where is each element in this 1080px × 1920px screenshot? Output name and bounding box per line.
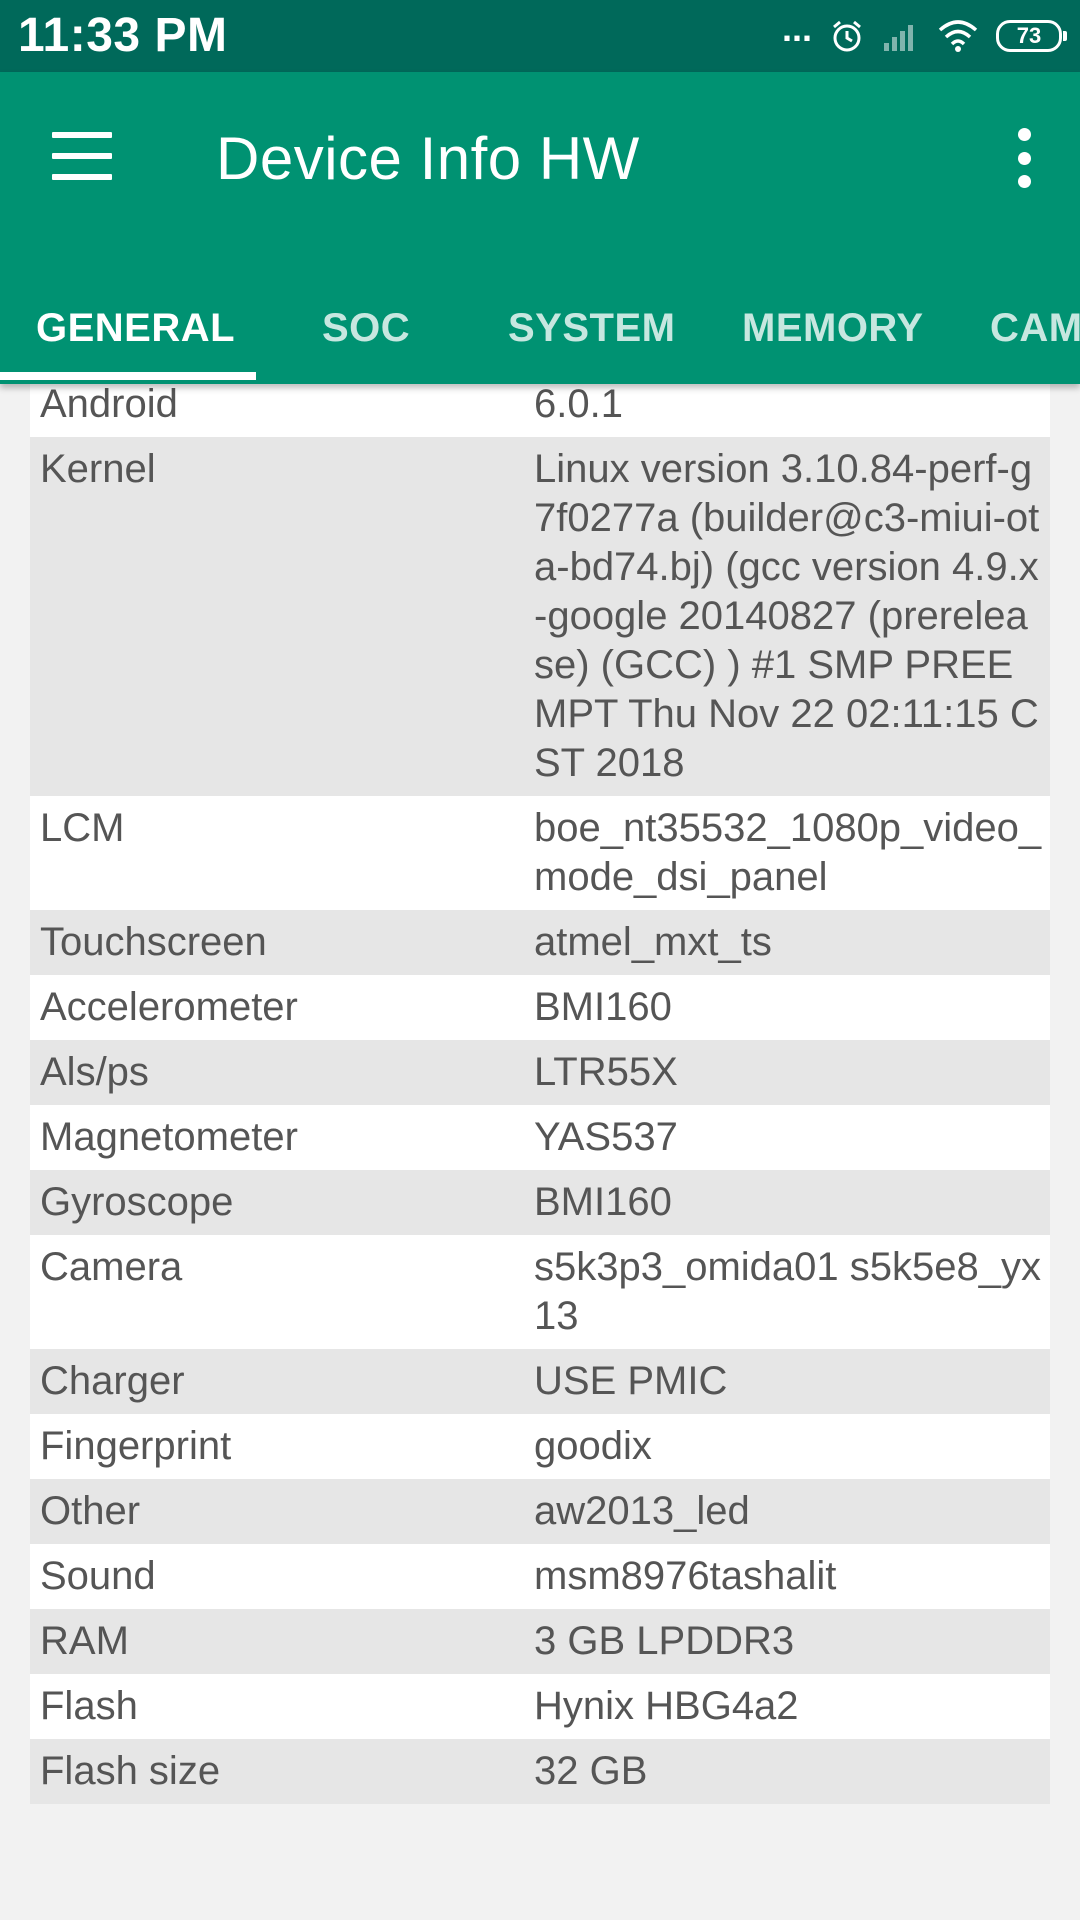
info-key: LCM — [40, 806, 125, 850]
info-row-magnetometer: Magnetometer YAS537 — [30, 1105, 1050, 1170]
menu-icon[interactable] — [52, 132, 112, 180]
info-row-als-ps: Als/ps LTR55X — [30, 1040, 1050, 1105]
info-row-kernel: Kernel Linux version 3.10.84-perf-g7f027… — [30, 437, 1050, 796]
info-list[interactable]: Android 6.0.1 Kernel Linux version 3.10.… — [30, 384, 1050, 1920]
info-row-touchscreen: Touchscreen atmel_mxt_ts — [30, 910, 1050, 975]
info-value: msm8976tashalit — [534, 1554, 837, 1598]
info-key: Camera — [40, 1245, 183, 1289]
info-key: Als/ps — [40, 1050, 149, 1094]
info-row-android: Android 6.0.1 — [30, 384, 1050, 437]
info-key: RAM — [40, 1619, 129, 1663]
info-value: goodix — [534, 1424, 652, 1468]
info-value: 6.0.1 — [534, 384, 623, 426]
info-key: Android — [40, 384, 178, 426]
more-notifications-icon: ... — [781, 8, 812, 49]
status-bar: 11:33 PM ... 73 — [0, 0, 1080, 72]
info-row-other: Other aw2013_led — [30, 1479, 1050, 1544]
battery-icon: 73 — [996, 20, 1067, 52]
signal-icon — [884, 25, 913, 51]
info-row-sound: Sound msm8976tashalit — [30, 1544, 1050, 1609]
info-value: Hynix HBG4a2 — [534, 1684, 799, 1728]
info-value: YAS537 — [534, 1115, 678, 1159]
info-value: BMI160 — [534, 985, 672, 1029]
status-icons: ... 73 — [781, 8, 1067, 58]
info-key: Flash — [40, 1684, 138, 1728]
info-key: Touchscreen — [40, 920, 267, 964]
battery-level: 73 — [1016, 23, 1042, 48]
info-key: Flash size — [40, 1749, 221, 1793]
info-row-gyroscope: Gyroscope BMI160 — [30, 1170, 1050, 1235]
info-key: Magnetometer — [40, 1115, 298, 1159]
status-time: 11:33 PM — [18, 9, 228, 62]
info-key: Charger — [40, 1359, 185, 1403]
more-options-icon[interactable] — [1014, 128, 1034, 188]
info-value: Linux version 3.10.84-perf-g7f0277a (bui… — [534, 447, 1040, 785]
alarm-icon — [833, 20, 861, 52]
info-row-flash-size: Flash size 32 GB — [30, 1739, 1050, 1804]
info-key: Fingerprint — [40, 1424, 232, 1468]
info-value: 32 GB — [534, 1749, 648, 1793]
tab-system[interactable]: SYSTEM — [508, 306, 675, 384]
info-row-accelerometer: Accelerometer BMI160 — [30, 975, 1050, 1040]
info-value: USE PMIC — [534, 1359, 728, 1403]
info-row-lcm: LCM boe_nt35532_1080p_video_mode_dsi_pan… — [30, 796, 1050, 910]
info-value: LTR55X — [534, 1050, 678, 1094]
app-bar: Device Info HW GENERAL SOC SYSTEM MEMORY… — [0, 72, 1080, 384]
wifi-icon — [938, 20, 978, 52]
tab-camera[interactable]: CAM — [990, 306, 1080, 384]
info-value: atmel_mxt_ts — [534, 920, 772, 964]
info-row-flash: Flash Hynix HBG4a2 — [30, 1674, 1050, 1739]
info-key: Gyroscope — [40, 1180, 234, 1224]
info-value: BMI160 — [534, 1180, 672, 1224]
app-title: Device Info HW — [216, 125, 640, 192]
tab-memory[interactable]: MEMORY — [742, 306, 924, 384]
info-key: Sound — [40, 1554, 156, 1598]
info-row-charger: Charger USE PMIC — [30, 1349, 1050, 1414]
info-row-ram: RAM 3 GB LPDDR3 — [30, 1609, 1050, 1674]
info-key: Kernel — [40, 447, 156, 491]
info-key: Accelerometer — [40, 985, 298, 1029]
info-value: s5k3p3_omida01 s5k5e8_yx13 — [534, 1245, 1042, 1338]
info-row-camera: Camera s5k3p3_omida01 s5k5e8_yx13 — [30, 1235, 1050, 1349]
info-value: boe_nt35532_1080p_video_mode_dsi_panel — [534, 806, 1042, 899]
tab-soc[interactable]: SOC — [322, 306, 410, 384]
info-row-fingerprint: Fingerprint goodix — [30, 1414, 1050, 1479]
info-value: 3 GB LPDDR3 — [534, 1619, 795, 1663]
info-key: Other — [40, 1489, 141, 1533]
info-value: aw2013_led — [534, 1489, 750, 1533]
tab-indicator — [0, 372, 256, 380]
